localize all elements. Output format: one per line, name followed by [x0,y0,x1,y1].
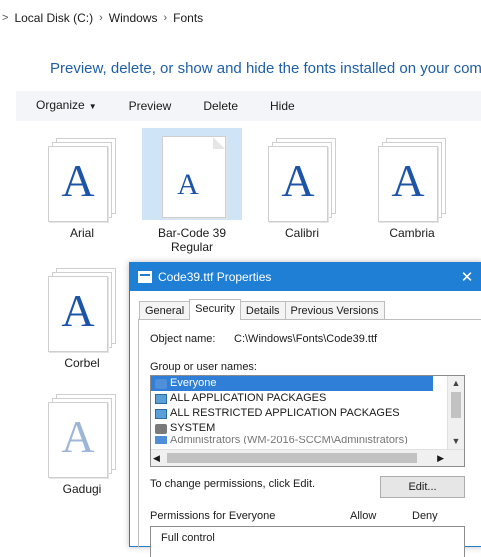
font-tile-arial[interactable]: A Arial [32,128,132,240]
font-tile-corbel[interactable]: A Corbel [32,258,132,370]
list-item-everyone[interactable]: Everyone [151,376,433,391]
edit-button[interactable]: Edit... [380,476,465,498]
list-item-all-restricted[interactable]: ALL RESTRICTED APPLICATION PACKAGES [151,406,464,421]
breadcrumb-local-disk[interactable]: Local Disk (C:) [14,11,93,25]
user-group-icon [155,436,167,444]
hide-button[interactable]: Hide [254,91,311,121]
dialog-titlebar[interactable]: Code39.ttf Properties ✕ [130,263,481,291]
tab-previous-versions[interactable]: Previous Versions [284,301,385,320]
chevron-right-icon[interactable]: › [163,12,167,24]
permissions-header: Permissions for Everyone Allow Deny [150,510,463,522]
tab-general[interactable]: General [139,301,191,320]
font-icon: A [32,258,132,352]
preview-button[interactable]: Preview [113,91,188,121]
package-icon [155,393,167,404]
deny-column-header: Deny [412,510,438,522]
object-name-label: Object name: [150,333,216,345]
list-item-all-app-packages[interactable]: ALL APPLICATION PACKAGES [151,391,464,406]
font-tile-bar-code-39[interactable]: A Bar-Code 39 Regular [142,128,242,254]
properties-dialog: Code39.ttf Properties ✕ General Security… [129,262,481,557]
security-panel: Object name: C:\Windows\Fonts\Code39.ttf… [138,319,481,557]
delete-button[interactable]: Delete [187,91,254,121]
chevron-right-icon[interactable]: > [2,12,8,24]
font-tile-cambria[interactable]: A Cambria [362,128,462,240]
list-item-administrators[interactable]: Administrators (WM-2016-SCCM\Administrat… [151,436,464,444]
font-tile-gadugi[interactable]: A Gadugi [32,384,132,496]
allow-column-header: Allow [350,510,377,522]
scroll-thumb[interactable] [451,392,461,418]
user-list[interactable]: Everyone ALL APPLICATION PACKAGES ALL RE… [150,375,465,467]
file-icon [138,271,152,283]
breadcrumb: > Local Disk (C:) › Windows › Fonts [0,0,481,36]
font-icon: A [142,128,242,220]
breadcrumb-fonts[interactable]: Fonts [173,11,203,25]
dialog-title: Code39.ttf Properties [158,270,272,284]
list-item-label: Everyone [170,377,217,389]
user-group-icon [155,423,167,434]
dropdown-arrow-icon: ▼ [88,102,97,111]
font-name: Calibri [284,226,319,240]
tab-security[interactable]: Security [189,299,241,320]
font-icon: A [32,128,132,222]
list-item-label: ALL RESTRICTED APPLICATION PACKAGES [170,407,400,419]
organize-label: Organize [36,98,85,112]
list-item-label: ALL APPLICATION PACKAGES [170,392,327,404]
font-tile-calibri[interactable]: A Calibri [252,128,352,240]
change-permissions-text: To change permissions, click Edit. [150,478,316,490]
font-icon: A [362,128,462,222]
user-group-icon [155,378,167,389]
permissions-for-label: Permissions for Everyone [150,510,276,522]
tab-details[interactable]: Details [239,301,286,320]
font-name: Arial [69,226,94,240]
list-item-label: SYSTEM [170,422,216,434]
scroll-up-icon[interactable]: ▲ [448,376,464,390]
font-icon: A [252,128,352,222]
scroll-thumb[interactable] [167,453,417,463]
font-icon: A [32,384,132,478]
horizontal-scrollbar[interactable]: ◀ ▶ [151,449,464,466]
font-name: Bar-Code 39 Regular [157,226,227,254]
permission-full-control: Full control [161,532,215,544]
vertical-scrollbar[interactable]: ▲ ▼ [447,376,464,450]
group-names-label: Group or user names: [150,361,257,373]
scroll-down-icon[interactable]: ▼ [448,434,464,448]
close-icon[interactable]: ✕ [452,268,481,286]
scroll-left-icon[interactable]: ◀ [153,450,160,466]
organize-button[interactable]: Organize ▼ [16,90,113,122]
list-item-system[interactable]: SYSTEM [151,421,464,436]
font-name: Cambria [389,226,435,240]
package-icon [155,408,167,419]
font-name: Corbel [64,356,100,370]
list-item-label: Administrators (WM-2016-SCCM\Administrat… [170,436,408,444]
command-bar: Organize ▼ Preview Delete Hide [16,91,481,121]
scroll-right-icon[interactable]: ▶ [437,450,444,466]
font-name: Gadugi [62,482,102,496]
chevron-right-icon[interactable]: › [99,12,103,24]
object-name-value: C:\Windows\Fonts\Code39.ttf [234,333,378,345]
breadcrumb-windows[interactable]: Windows [109,11,158,25]
permissions-list: Full control [150,526,465,557]
page-heading: Preview, delete, or show and hide the fo… [50,60,481,77]
